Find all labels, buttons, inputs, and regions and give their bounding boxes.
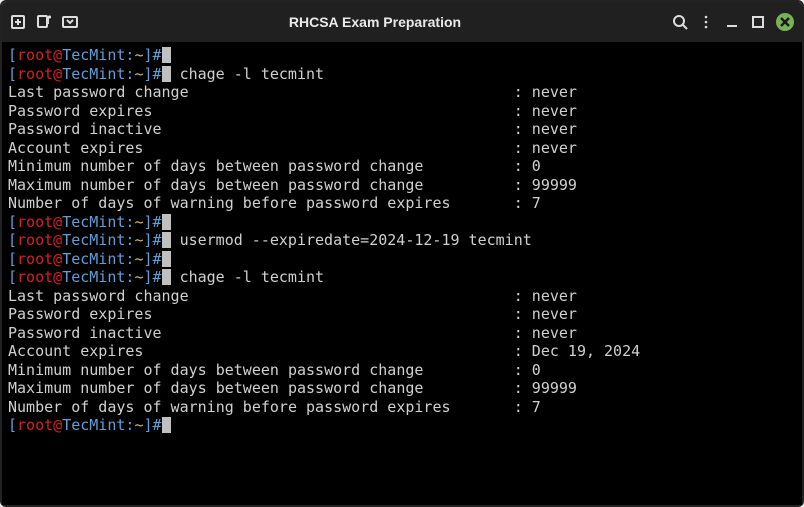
cursor-icon [162,232,171,248]
output-line: Minimum number of days between password … [8,157,796,176]
prompt-line: [root@TecMint:~]# chage -l tecmint [8,268,796,287]
prompt-line: [root@TecMint:~]# [8,250,796,269]
cursor-icon [162,269,171,285]
output-line: Number of days of warning before passwor… [8,398,796,417]
cursor-icon [162,47,171,63]
output-line: Last password change : never [8,287,796,306]
titlebar-left [10,14,78,30]
terminal-body[interactable]: [root@TecMint:~]#[root@TecMint:~]# chage… [2,42,802,505]
cursor-icon [162,417,171,433]
output-line: Account expires : Dec 19, 2024 [8,342,796,361]
output-line: Password expires : never [8,102,796,121]
prompt-line: [root@TecMint:~]# usermod --expiredate=2… [8,231,796,250]
prompt-line: [root@TecMint:~]# chage -l tecmint [8,65,796,84]
kebab-menu-icon[interactable] [698,14,714,30]
titlebar: RHCSA Exam Preparation [2,2,802,42]
output-line: Account expires : never [8,139,796,158]
command: usermod --expiredate=2024-12-19 tecmint [180,231,532,249]
command: chage -l tecmint [180,65,325,83]
cursor-icon [162,214,171,230]
output-line: Password inactive : never [8,324,796,343]
search-icon[interactable] [672,14,688,30]
cursor-icon [162,251,171,267]
new-window-icon[interactable] [36,14,52,30]
output-line: Last password change : never [8,83,796,102]
prompt-line: [root@TecMint:~]# [8,416,796,435]
output-line: Password inactive : never [8,120,796,139]
prompt-line: [root@TecMint:~]# [8,213,796,232]
close-button[interactable] [776,13,794,31]
minimize-icon[interactable] [724,14,740,30]
output-line: Minimum number of days between password … [8,361,796,380]
prompt-line: [root@TecMint:~]# [8,46,796,65]
terminal-window: RHCSA Exam Preparation [root@TecMint:~]#… [0,0,804,507]
cursor-icon [162,66,171,82]
output-line: Password expires : never [8,305,796,324]
output-line: Number of days of warning before passwor… [8,194,796,213]
titlebar-right [672,13,794,31]
command: chage -l tecmint [180,268,325,286]
window-title: RHCSA Exam Preparation [78,14,672,30]
maximize-icon[interactable] [750,14,766,30]
new-tab-icon[interactable] [10,14,26,30]
output-line: Maximum number of days between password … [8,379,796,398]
menu-icon[interactable] [62,14,78,30]
output-line: Maximum number of days between password … [8,176,796,195]
